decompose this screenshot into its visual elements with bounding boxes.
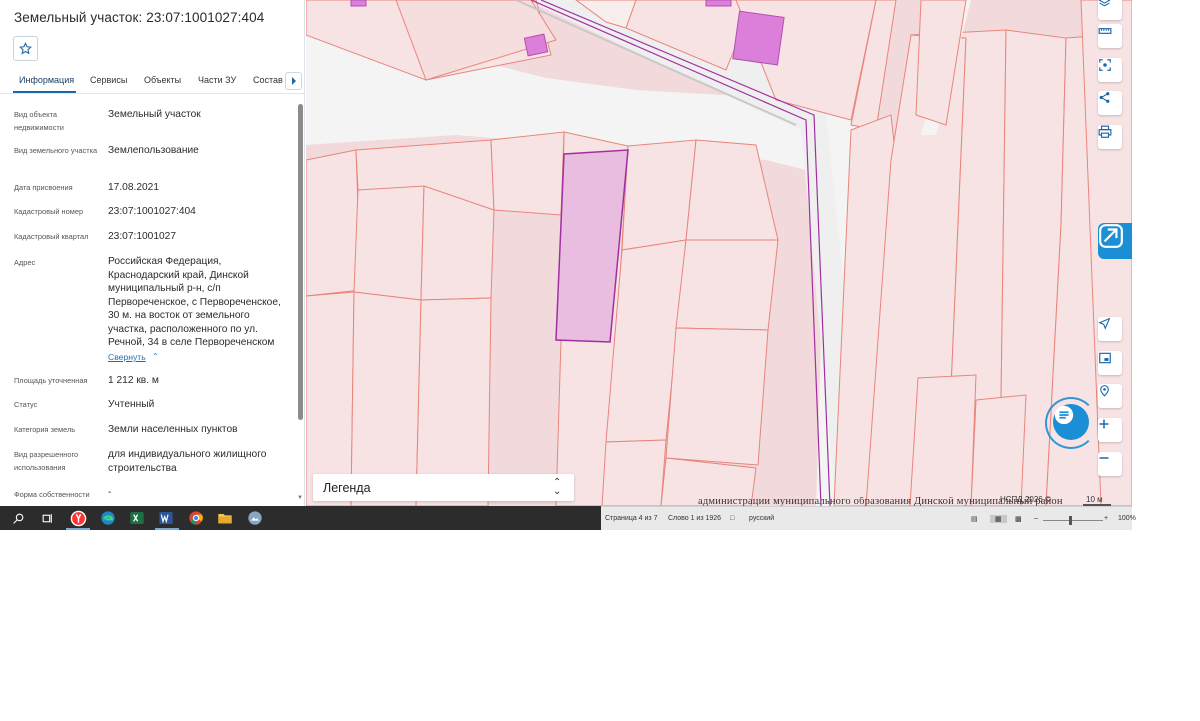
star-outline-icon: [19, 42, 32, 55]
locate-button[interactable]: [1098, 317, 1122, 341]
active-app-indicator: [155, 528, 179, 530]
scroll-down-arrow-icon[interactable]: ▼: [297, 495, 303, 501]
panel-scrollbar[interactable]: ▼: [297, 100, 303, 506]
attribute-value: 23:07:1001027: [108, 231, 176, 242]
yandex-browser-icon[interactable]: [69, 509, 87, 527]
attribute-value: Землепользование: [108, 145, 199, 156]
taskbar: [0, 506, 601, 530]
attribute-label: Вид объекта недвижимости: [14, 110, 64, 132]
expand-collapse-icon[interactable]: ⌃ ⌄: [553, 478, 561, 497]
tab-parts[interactable]: Части ЗУ: [198, 75, 236, 85]
pin-search-icon: [1100, 385, 1109, 397]
zoom-out-icon[interactable]: –: [1034, 515, 1038, 522]
task-view-icon[interactable]: [38, 509, 56, 527]
attribute-value-address: Российская Федерация, Краснодарский край…: [108, 256, 281, 348]
chevron-up-icon[interactable]: ⌃: [152, 352, 159, 361]
search-icon[interactable]: [9, 509, 27, 527]
measure-button[interactable]: [1098, 24, 1122, 48]
attribute-value: 1 212 кв. м: [108, 375, 159, 386]
tab-composition[interactable]: Состав: [253, 75, 283, 85]
proofing-icon[interactable]: □: [730, 515, 734, 522]
chevron-right-icon: [291, 77, 296, 85]
read-mode-icon[interactable]: ▤: [971, 515, 978, 523]
attribute-value: Земли населенных пунктов: [108, 424, 238, 435]
share-button[interactable]: [1098, 91, 1122, 115]
language-indicator[interactable]: русский: [749, 515, 774, 522]
chat-button[interactable]: [1053, 404, 1089, 440]
file-explorer-icon[interactable]: [216, 509, 234, 527]
word-icon[interactable]: [157, 509, 175, 527]
collapse-link[interactable]: Свернуть: [108, 352, 146, 362]
page-title: Земельный участок: 23:07:1001027:404: [14, 10, 265, 25]
excel-icon[interactable]: [128, 509, 146, 527]
zoom-slider-thumb[interactable]: [1069, 516, 1072, 525]
attribute-label: Вид разрешенного использования: [14, 450, 79, 472]
attribute-value: -: [108, 487, 112, 498]
web-layout-icon[interactable]: ▩: [1015, 515, 1022, 523]
scrollbar-thumb[interactable]: [298, 104, 303, 420]
map-view[interactable]: Легенда ⌃ ⌄ НСПД 2026 © 10 м: [306, 0, 1132, 506]
info-panel: Земельный участок: 23:07:1001027:404 Инф…: [0, 0, 305, 506]
word-status-bar: Страница 4 из 7 Слово 1 из 1926 □ русски…: [601, 506, 1136, 530]
attribute-label: Дата присвоения: [14, 183, 73, 192]
attribute-label: Кадастровый квартал: [14, 232, 89, 241]
attribute-value: 23:07:1001027:404: [108, 206, 196, 217]
print-icon: [1098, 125, 1112, 138]
attribute-label: Форма собственности: [14, 490, 90, 499]
attribute-label: Адрес: [14, 258, 36, 267]
active-app-indicator: [66, 528, 90, 530]
select-area-button[interactable]: [1098, 58, 1122, 82]
chrome-icon[interactable]: [187, 509, 205, 527]
zoom-in-icon: [1099, 419, 1109, 429]
pin-search-button[interactable]: [1098, 384, 1122, 408]
print-button[interactable]: [1098, 125, 1122, 149]
attribute-value: для индивидуального жилищного строительс…: [108, 449, 267, 474]
layers-icon: [1098, 0, 1111, 7]
minimap-button[interactable]: [1098, 351, 1122, 375]
page-counter[interactable]: Страница 4 из 7: [605, 515, 657, 522]
locate-icon: [1098, 317, 1111, 330]
active-tab-indicator: [13, 91, 76, 93]
attribute-label: Кадастровый номер: [14, 207, 84, 216]
zoom-out-icon: [1099, 457, 1109, 459]
attribute-label: Площадь уточненная: [14, 376, 88, 385]
pkk-service-button[interactable]: [1098, 223, 1132, 259]
legend-label: Легенда: [323, 481, 371, 495]
edge-icon[interactable]: [99, 509, 117, 527]
zoom-slider[interactable]: [1043, 520, 1103, 521]
ruler-icon: [1098, 28, 1112, 34]
tab-services[interactable]: Сервисы: [90, 75, 127, 85]
attribute-value: Земельный участок: [108, 109, 201, 120]
legend-dropdown[interactable]: Легенда ⌃ ⌄: [313, 474, 574, 501]
pkk-logo-icon: [1099, 224, 1123, 248]
zoom-in-button[interactable]: [1098, 418, 1122, 442]
favorite-button[interactable]: [13, 36, 38, 61]
attribute-label: Вид земельного участка: [14, 146, 98, 155]
attribute-label: Категория земель: [14, 425, 76, 434]
photos-icon[interactable]: [246, 509, 264, 527]
tabs-scroll-right-button[interactable]: [285, 72, 302, 90]
tab-bar: Информация Сервисы Объекты Части ЗУ Сост…: [0, 70, 304, 94]
chat-icon: [1054, 405, 1074, 425]
attribute-label: Статус: [14, 400, 38, 409]
attribute-value: 17.08.2021: [108, 182, 159, 193]
tab-objects[interactable]: Объекты: [144, 75, 181, 85]
share-icon: [1099, 92, 1110, 103]
minimap-icon: [1099, 352, 1111, 364]
select-area-icon: [1099, 59, 1111, 71]
zoom-in-icon[interactable]: +: [1104, 515, 1108, 522]
word-counter[interactable]: Слово 1 из 1926: [668, 515, 721, 522]
cadastral-map: [306, 0, 1132, 506]
layers-button[interactable]: [1098, 0, 1122, 20]
zoom-level[interactable]: 100%: [1118, 515, 1136, 522]
attribute-value: Учтенный: [108, 399, 155, 410]
print-layout-icon[interactable]: ▦: [990, 515, 1007, 523]
screen: Земельный участок: 23:07:1001027:404 Инф…: [0, 0, 1200, 721]
tab-information[interactable]: Информация: [19, 75, 74, 85]
zoom-out-button[interactable]: [1098, 452, 1122, 476]
